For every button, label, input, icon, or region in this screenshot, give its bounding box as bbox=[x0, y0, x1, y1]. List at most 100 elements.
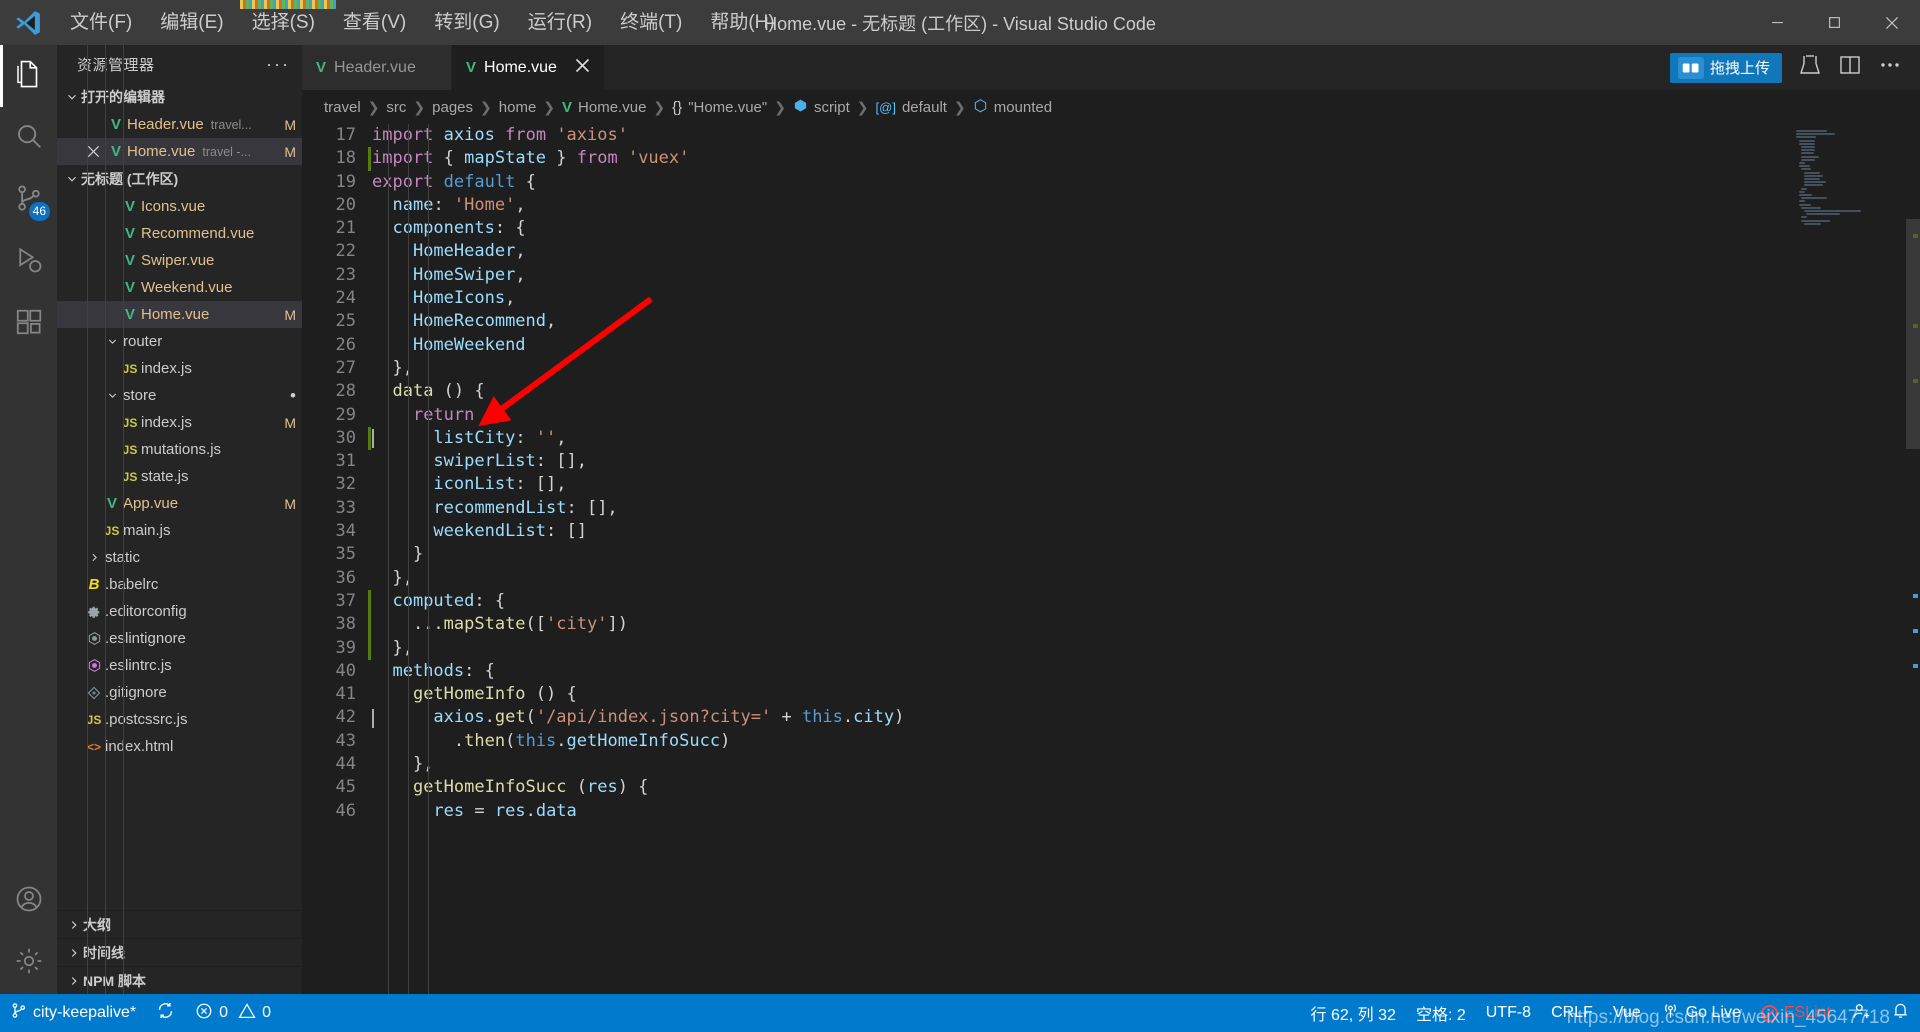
close-button[interactable] bbox=[1863, 0, 1920, 45]
drag-upload-button[interactable]: 拖拽上传 bbox=[1669, 52, 1782, 83]
sidebar-more-actions-button[interactable]: ··· bbox=[266, 54, 290, 75]
status-account[interactable] bbox=[1841, 994, 1881, 1032]
tree-row--babelrc[interactable]: B .babelrc bbox=[57, 571, 302, 598]
code-line[interactable]: methods: { bbox=[372, 660, 1920, 683]
code-line[interactable]: }, bbox=[372, 637, 1920, 660]
code-line[interactable]: HomeIcons, bbox=[372, 287, 1920, 310]
activitybar-item-source-control[interactable]: 46 bbox=[0, 169, 57, 231]
menu-bar[interactable]: 文件(F) 编辑(E) 选择(S) 查看(V) 转到(G) 运行(R) 终端(T… bbox=[56, 0, 789, 45]
activitybar-item-settings[interactable] bbox=[0, 932, 57, 994]
code-line[interactable]: iconList: [], bbox=[372, 473, 1920, 496]
editor-scrollbar[interactable] bbox=[1906, 219, 1920, 449]
code-line[interactable]: getHomeInfoSucc (res) { bbox=[372, 776, 1920, 799]
tree-row-index-html[interactable]: <> index.html bbox=[57, 733, 302, 760]
activitybar-item-extensions[interactable] bbox=[0, 293, 57, 355]
code-line[interactable]: }, bbox=[372, 753, 1920, 776]
tree-row-index-js[interactable]: JS index.js bbox=[57, 355, 302, 382]
maximize-button[interactable] bbox=[1806, 0, 1863, 45]
tree-row-home-vue[interactable]: V Home.vue M bbox=[57, 301, 302, 328]
code-line[interactable]: export default { bbox=[372, 171, 1920, 194]
menu-view[interactable]: 查看(V) bbox=[329, 0, 420, 45]
tree-row--postcssrc-js[interactable]: JS .postcssrc.js bbox=[57, 706, 302, 733]
tree-row-mutations-js[interactable]: JS mutations.js bbox=[57, 436, 302, 463]
status-sync[interactable] bbox=[146, 994, 185, 1032]
menu-run[interactable]: 运行(R) bbox=[514, 0, 606, 45]
code-line[interactable]: return { bbox=[372, 404, 1920, 427]
code-line[interactable]: data () { bbox=[372, 380, 1920, 403]
menu-edit[interactable]: 编辑(E) bbox=[146, 0, 237, 45]
status-cursor-position[interactable]: 行 62, 列 32 bbox=[1301, 994, 1406, 1032]
status-go-live[interactable]: Go Live bbox=[1651, 994, 1751, 1032]
status-language-mode[interactable]: Vue bbox=[1603, 994, 1651, 1032]
tab-header-vue[interactable]: V Header.vue bbox=[302, 45, 452, 90]
activitybar-item-account[interactable] bbox=[0, 870, 57, 932]
tree-row-router[interactable]: router bbox=[57, 328, 302, 355]
code-line[interactable]: ...mapState(['city']) bbox=[372, 613, 1920, 636]
code-line[interactable]: computed: { bbox=[372, 590, 1920, 613]
status-indentation[interactable]: 空格: 2 bbox=[1406, 994, 1476, 1032]
status-encoding[interactable]: UTF-8 bbox=[1476, 994, 1541, 1032]
code-line[interactable]: recommendList: [], bbox=[372, 497, 1920, 520]
code-line[interactable]: listCity: '', bbox=[372, 427, 1920, 450]
code-line[interactable]: }, bbox=[372, 357, 1920, 380]
tab-home-vue[interactable]: V Home.vue bbox=[452, 45, 605, 90]
tree-row-weekend-vue[interactable]: V Weekend.vue bbox=[57, 274, 302, 301]
code-line[interactable]: weekendList: [] bbox=[372, 520, 1920, 543]
tree-row--eslintrc-js[interactable]: .eslintrc.js bbox=[57, 652, 302, 679]
breadcrumb-item-home-vue[interactable]: V Home.vue bbox=[562, 99, 646, 116]
tree-row-recommend-vue[interactable]: V Recommend.vue bbox=[57, 220, 302, 247]
breadcrumb-item-src[interactable]: src bbox=[386, 99, 406, 116]
menu-file[interactable]: 文件(F) bbox=[56, 0, 146, 45]
tree-row-app-vue[interactable]: V App.vue M bbox=[57, 490, 302, 517]
section-workspace-header[interactable]: 无标题 (工作区) bbox=[57, 165, 302, 193]
code-line[interactable]: } bbox=[372, 543, 1920, 566]
code-line[interactable]: .then(this.getHomeInfoSucc) bbox=[372, 730, 1920, 753]
code-content[interactable]: import axios from 'axios' import { mapSta… bbox=[372, 124, 1920, 994]
menu-terminal[interactable]: 终端(T) bbox=[606, 0, 696, 45]
menu-go[interactable]: 转到(G) bbox=[420, 0, 513, 45]
tree-row-static[interactable]: static bbox=[57, 544, 302, 571]
tab-close-icon[interactable] bbox=[575, 58, 590, 78]
timeline-section[interactable]: 时间线 bbox=[57, 938, 302, 966]
code-line[interactable]: HomeRecommend, bbox=[372, 310, 1920, 333]
code-line[interactable]: name: 'Home', bbox=[372, 194, 1920, 217]
tree-row-swiper-vue[interactable]: V Swiper.vue bbox=[57, 247, 302, 274]
npm-scripts-section[interactable]: NPM 脚本 bbox=[57, 966, 302, 994]
window-controls[interactable] bbox=[1749, 0, 1920, 45]
breadcrumb-item-default[interactable]: [@] default bbox=[876, 99, 947, 116]
breadcrumb-item-home[interactable]: home bbox=[499, 99, 537, 116]
tree-row-state-js[interactable]: JS state.js bbox=[57, 463, 302, 490]
breadcrumb-item-pages[interactable]: pages bbox=[432, 99, 473, 116]
code-line[interactable]: res = res.data bbox=[372, 800, 1920, 823]
ellipsis-icon[interactable] bbox=[1878, 53, 1902, 82]
tree-row--editorconfig[interactable]: .editorconfig bbox=[57, 598, 302, 625]
breadcrumb-item-script[interactable]: script bbox=[793, 98, 850, 117]
code-line[interactable]: }, bbox=[372, 567, 1920, 590]
section-open-editors-header[interactable]: 打开的编辑器 bbox=[57, 83, 302, 111]
code-line[interactable]: components: { bbox=[372, 217, 1920, 240]
tree-row-index-js[interactable]: JS index.js M bbox=[57, 409, 302, 436]
activitybar-item-search[interactable] bbox=[0, 107, 57, 169]
code-line[interactable]: import axios from 'axios' bbox=[372, 124, 1920, 147]
open-editor-close-icon[interactable] bbox=[81, 145, 105, 158]
status-problems[interactable]: 0 0 bbox=[185, 994, 281, 1032]
breadcrumb-item-travel[interactable]: travel bbox=[324, 99, 361, 116]
code-line[interactable]: HomeWeekend bbox=[372, 334, 1920, 357]
tree-row-store[interactable]: store • bbox=[57, 382, 302, 409]
outline-section[interactable]: 大纲 bbox=[57, 910, 302, 938]
open-editor-row-home-vue[interactable]: V Home.vue travel -... M bbox=[57, 138, 302, 165]
status-eol[interactable]: CRLF bbox=[1541, 994, 1603, 1032]
status-eslint[interactable]: ESLint bbox=[1751, 994, 1841, 1032]
tree-row-icons-vue[interactable]: V Icons.vue bbox=[57, 193, 302, 220]
code-editor[interactable]: 17 18 19 20 21 22 23 24 25 26 27 28 29 30 31 32 33 34 35 36… bbox=[302, 124, 1920, 994]
code-line[interactable]: HomeHeader, bbox=[372, 240, 1920, 263]
menu-help[interactable]: 帮助(H) bbox=[696, 0, 788, 45]
status-notifications[interactable] bbox=[1881, 994, 1920, 1032]
activitybar-item-run-debug[interactable] bbox=[0, 231, 57, 293]
run-file-icon[interactable] bbox=[1798, 53, 1822, 82]
split-editor-icon[interactable] bbox=[1838, 53, 1862, 82]
breadcrumb-item-mounted[interactable]: mounted bbox=[973, 98, 1052, 117]
tree-row-main-js[interactable]: JS main.js bbox=[57, 517, 302, 544]
code-line[interactable]: axios.get('/api/index.json?city=' + this… bbox=[372, 706, 1920, 729]
breadcrumb-item--home-vue-[interactable]: {} "Home.vue" bbox=[672, 99, 767, 116]
